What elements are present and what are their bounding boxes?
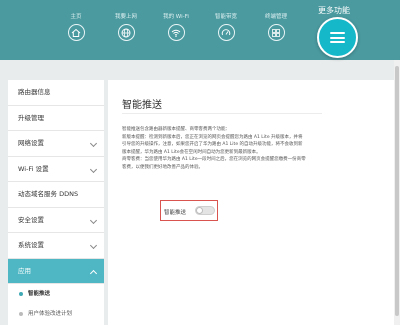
chevron-down-icon — [89, 165, 98, 173]
chevron-down-icon — [89, 241, 98, 250]
sidebar: 路由器信息 升级管理 网络设置 Wi-Fi 设置 动态域名服务 DDNS 安全设… — [8, 80, 104, 325]
page-title: 智能推送 — [122, 100, 162, 111]
nav-item-devices[interactable]: 终端管理 — [256, 0, 296, 56]
sidebar-item-label: 系统设置 — [18, 241, 44, 249]
smart-push-setting: 智能推送 — [160, 200, 218, 221]
sidebar-subitem-smart-push[interactable]: 智能推送 — [8, 284, 104, 304]
nav-label: 智能带宽 — [214, 14, 237, 20]
toggle-label: 智能推送 — [164, 210, 187, 216]
sidebar-item-apps[interactable]: 应用 — [8, 258, 104, 284]
sidebar-item-upgrade[interactable]: 升级管理 — [8, 106, 104, 131]
menu-icon — [330, 32, 345, 43]
bullet-icon — [19, 292, 23, 296]
bullet-icon — [19, 312, 23, 316]
more-functions-button[interactable] — [317, 17, 358, 58]
sidebar-item-label: 安全设置 — [18, 215, 44, 224]
chevron-up-icon — [89, 269, 98, 277]
chevron-down-icon — [89, 216, 98, 224]
scrollbar[interactable] — [394, 60, 400, 325]
nav-label: 终端管理 — [264, 14, 287, 20]
sidebar-subitem-label: 用户体验改进计划 — [28, 311, 73, 317]
nav-item-internet[interactable]: 我要上网 — [106, 0, 146, 56]
sidebar-item-label: 应用 — [18, 266, 31, 275]
description-intro: 智能推送包含路由器新版本提醒、商零客费两个功能： — [122, 127, 230, 132]
smart-push-toggle[interactable] — [195, 206, 215, 215]
nav-label: 主页 — [70, 14, 82, 20]
sidebar-item-security[interactable]: 安全设置 — [8, 208, 104, 233]
description-block: 智能推送包含路由器新版本提醒、商零客费两个功能： 新版本提醒：检测到新版本后，您… — [122, 126, 307, 171]
sidebar-item-wifi[interactable]: Wi-Fi 设置 — [8, 157, 104, 182]
nav-item-home[interactable]: 主页 — [56, 0, 96, 56]
home-icon — [67, 24, 85, 41]
main-panel: 智能推送 智能推送包含路由器新版本提醒、商零客费两个功能： 新版本提醒：检测到新… — [108, 80, 400, 325]
grid-icon — [267, 24, 285, 41]
description-feedback: 商零客费：当您使用华为路由 A1 Lite一段时间之后，您在浏览的网页会提醒您缴… — [122, 157, 306, 170]
sidebar-item-label: 路由器信息 — [18, 88, 51, 96]
nav-item-bandwidth[interactable]: 智能带宽 — [206, 0, 246, 56]
chevron-down-icon — [89, 139, 98, 148]
scrollbar-thumb[interactable] — [395, 66, 399, 316]
nav-label: 我要上网 — [114, 14, 137, 20]
title-divider — [122, 113, 322, 114]
wifi-icon — [167, 24, 185, 41]
sidebar-item-system[interactable]: 系统设置 — [8, 233, 104, 259]
nav-item-wifi[interactable]: 我的 Wi-Fi — [156, 0, 196, 56]
sidebar-item-network[interactable]: 网络设置 — [8, 131, 104, 157]
gauge-icon — [217, 24, 235, 41]
sidebar-item-label: 网络设置 — [18, 139, 44, 147]
more-functions-label: 更多功能 — [318, 6, 350, 15]
sidebar-item-ddns[interactable]: 动态域名服务 DDNS — [8, 182, 104, 208]
toggle-knob — [196, 207, 203, 214]
sidebar-item-label: 动态域名服务 DDNS — [18, 190, 79, 198]
sidebar-item-label: 升级管理 — [18, 113, 44, 122]
sidebar-item-router-info[interactable]: 路由器信息 — [8, 80, 104, 106]
nav-label: 我的 Wi-Fi — [163, 14, 189, 20]
sidebar-item-label: Wi-Fi 设置 — [18, 164, 49, 173]
sidebar-subitem-label: 智能推送 — [28, 291, 51, 297]
description-update-reminder: 新版本提醒：检测到新版本后，您正在浏览的网页会提醒您为路由 A1 Lite 升级… — [122, 134, 303, 155]
globe-icon — [117, 24, 135, 41]
sidebar-subitem-ux-program[interactable]: 用户体验改进计划 — [8, 304, 104, 324]
top-nav-bar: 主页 我要上网 我的 Wi-Fi 智能带宽 终端管理 更多功能 — [0, 0, 400, 60]
